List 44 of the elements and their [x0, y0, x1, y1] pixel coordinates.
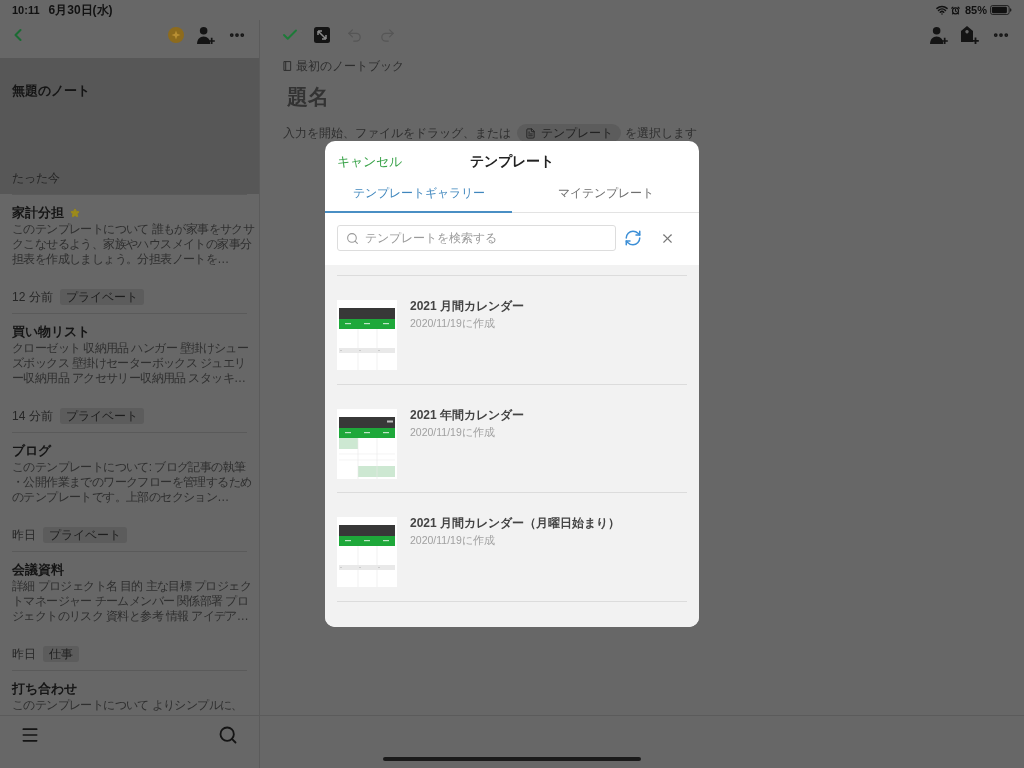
- cancel-button[interactable]: キャンセル: [337, 151, 402, 172]
- tab[interactable]: マイテンプレート: [512, 175, 699, 213]
- template-title: 2021 月間カレンダー（月曜日始まり）: [410, 517, 621, 531]
- tab[interactable]: テンプレートギャラリー: [325, 175, 512, 213]
- battery-percent: 85%: [964, 2, 987, 18]
- coin-icon[interactable]: [168, 27, 184, 43]
- template-date: 2020/11/19に作成: [410, 425, 496, 438]
- wifi-icon: [935, 4, 948, 16]
- note-title: 無題のノート: [12, 82, 90, 101]
- note-title: 打ち合わせ: [12, 680, 77, 699]
- calendar-thumbnail-drawing: [337, 300, 397, 370]
- menu-icon[interactable]: [20, 725, 40, 745]
- status-date: 6月30日(水): [48, 2, 113, 19]
- refresh-icon[interactable]: [624, 229, 642, 247]
- search-field[interactable]: テンプレートを検索する: [337, 225, 616, 251]
- template-item[interactable]: 2021 月間カレンダー 2020/11/19に作成: [337, 275, 687, 384]
- template-date: 2020/11/19に作成: [410, 534, 496, 547]
- tag-add-icon[interactable]: [961, 26, 979, 44]
- note-time: 12 分前: [12, 289, 53, 306]
- search-icon[interactable]: [218, 725, 238, 745]
- calendar-thumbnail-drawing: [337, 408, 397, 479]
- note-title: 会議資料: [12, 561, 64, 580]
- document-icon: [525, 127, 536, 139]
- template-date: 2020/11/19に作成: [410, 317, 496, 329]
- status-time: 10:11: [12, 2, 40, 18]
- template-item[interactable]: 2021 月間カレンダー（月曜日始まり） 2020/11/19に作成: [337, 492, 687, 602]
- add-person-icon[interactable]: [930, 26, 948, 44]
- template-item[interactable]: 2021 年間カレンダー 2020/11/19に作成: [337, 383, 687, 493]
- template-title: 2021 月間カレンダー: [410, 300, 525, 313]
- dialog-title: テンプレート: [470, 152, 554, 171]
- search-icon: [346, 231, 359, 245]
- note-time: 14 分前: [12, 408, 53, 425]
- expand-icon[interactable]: [314, 27, 330, 43]
- calendar-thumbnail-drawing: [337, 517, 397, 588]
- note-title: 買い物リスト: [12, 323, 90, 342]
- note-time: 昨日: [12, 527, 36, 544]
- note-title: 家計分担: [12, 204, 64, 223]
- battery-icon: [990, 5, 1012, 15]
- template-title: 2021 年間カレンダー: [410, 408, 525, 422]
- note-title: ブログ: [12, 442, 51, 461]
- add-person-icon[interactable]: [197, 26, 215, 44]
- document-icon: [283, 61, 292, 71]
- note-time: 昨日: [12, 646, 36, 663]
- alarm-icon: [950, 5, 960, 15]
